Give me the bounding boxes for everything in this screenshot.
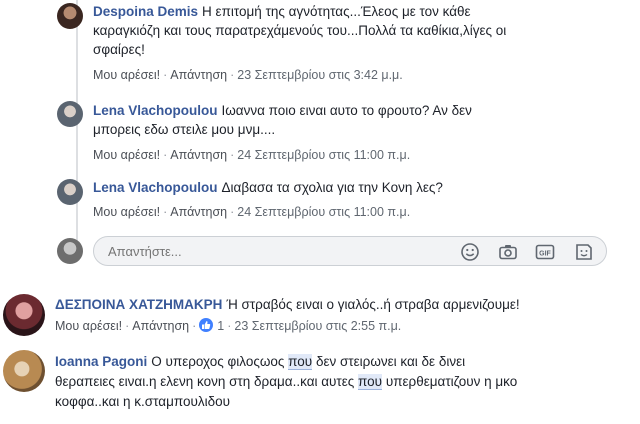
comment-actions: Μου αρέσει! · Απάντηση · 24 Σεπτεμβρίου στις… bbox=[93, 148, 411, 162]
camera-icon[interactable] bbox=[498, 242, 518, 262]
comment-timestamp[interactable]: 23 Σεπτεμβρίου στις 2:55 π.μ. bbox=[234, 319, 401, 333]
comment-author[interactable]: Lena Vlachopoulou bbox=[93, 180, 218, 195]
reply-thread-line bbox=[76, 0, 78, 258]
avatar[interactable] bbox=[57, 101, 83, 127]
current-user-avatar bbox=[57, 238, 83, 264]
like-link[interactable]: Μου αρέσει! bbox=[55, 319, 122, 333]
like-link[interactable]: Μου αρέσει! bbox=[93, 205, 160, 219]
avatar[interactable] bbox=[57, 3, 83, 29]
avatar[interactable] bbox=[57, 179, 83, 205]
reply-link[interactable]: Απάντηση bbox=[170, 68, 227, 82]
highlighted-word: που bbox=[288, 354, 313, 370]
comment-actions: Μου αρέσει! · Απάντηση · 24 Σεπτεμβρίου στις… bbox=[93, 205, 411, 219]
avatar[interactable] bbox=[3, 350, 45, 392]
comment-timestamp[interactable]: 24 Σεπτεμβρίου στις 11:00 π.μ. bbox=[237, 205, 410, 219]
comment-body: Ioanna Pagoni Ο υπεροχος φιλοςωος που δεν… bbox=[55, 354, 518, 409]
emoji-icon[interactable] bbox=[460, 242, 480, 262]
comment-author[interactable]: Despoina Demis bbox=[93, 4, 198, 19]
reply-box: GIF bbox=[93, 236, 607, 266]
reply-input[interactable] bbox=[106, 243, 440, 260]
sticker-icon[interactable] bbox=[574, 242, 594, 262]
comment-actions: Μου αρέσει! · Απάντηση · 1 · 23 Σεπτεμβρίου στ… bbox=[55, 318, 402, 333]
reply-link[interactable]: Απάντηση bbox=[170, 148, 227, 162]
comment-timestamp[interactable]: 24 Σεπτεμβρίου στις 11:00 π.μ. bbox=[237, 148, 410, 162]
comment-author[interactable]: ΔΕΣΠΟΙΝΑ ΧΑΤΖΗΜΑΚΡΗ bbox=[55, 297, 222, 312]
avatar[interactable] bbox=[3, 294, 45, 336]
comment-body: Lena Vlachopoulou Διαβασα τα σχολια για τ… bbox=[93, 180, 443, 195]
gif-icon[interactable]: GIF bbox=[535, 242, 555, 262]
like-link[interactable]: Μου αρέσει! bbox=[93, 68, 160, 82]
highlighted-word: που bbox=[358, 374, 383, 390]
comment-body: Lena Vlachopoulou Ιωαννα ποιο ειναι αυτο … bbox=[93, 103, 472, 137]
svg-text:GIF: GIF bbox=[539, 251, 551, 258]
comment-body: ΔΕΣΠΟΙΝΑ ΧΑΤΖΗΜΑΚΡΗ Ή στραβός ειναι ο για… bbox=[55, 297, 520, 312]
reply-link[interactable]: Απάντηση bbox=[132, 319, 189, 333]
comment-author[interactable]: Lena Vlachopoulou bbox=[93, 103, 218, 118]
comment-timestamp[interactable]: 23 Σεπτεμβρίου στις 3:42 μ.μ. bbox=[237, 68, 402, 82]
comment-body: Despoina Demis Η επιτομή της αγνότητας...… bbox=[93, 4, 507, 57]
like-count-icon bbox=[199, 318, 214, 332]
like-count[interactable]: 1 bbox=[217, 319, 224, 333]
like-link[interactable]: Μου αρέσει! bbox=[93, 148, 160, 162]
reply-link[interactable]: Απάντηση bbox=[170, 205, 227, 219]
comment-author[interactable]: Ioanna Pagoni bbox=[55, 354, 147, 369]
comment-actions: Μου αρέσει! · Απάντηση · 23 Σεπτεμβρίου στις… bbox=[93, 68, 403, 82]
